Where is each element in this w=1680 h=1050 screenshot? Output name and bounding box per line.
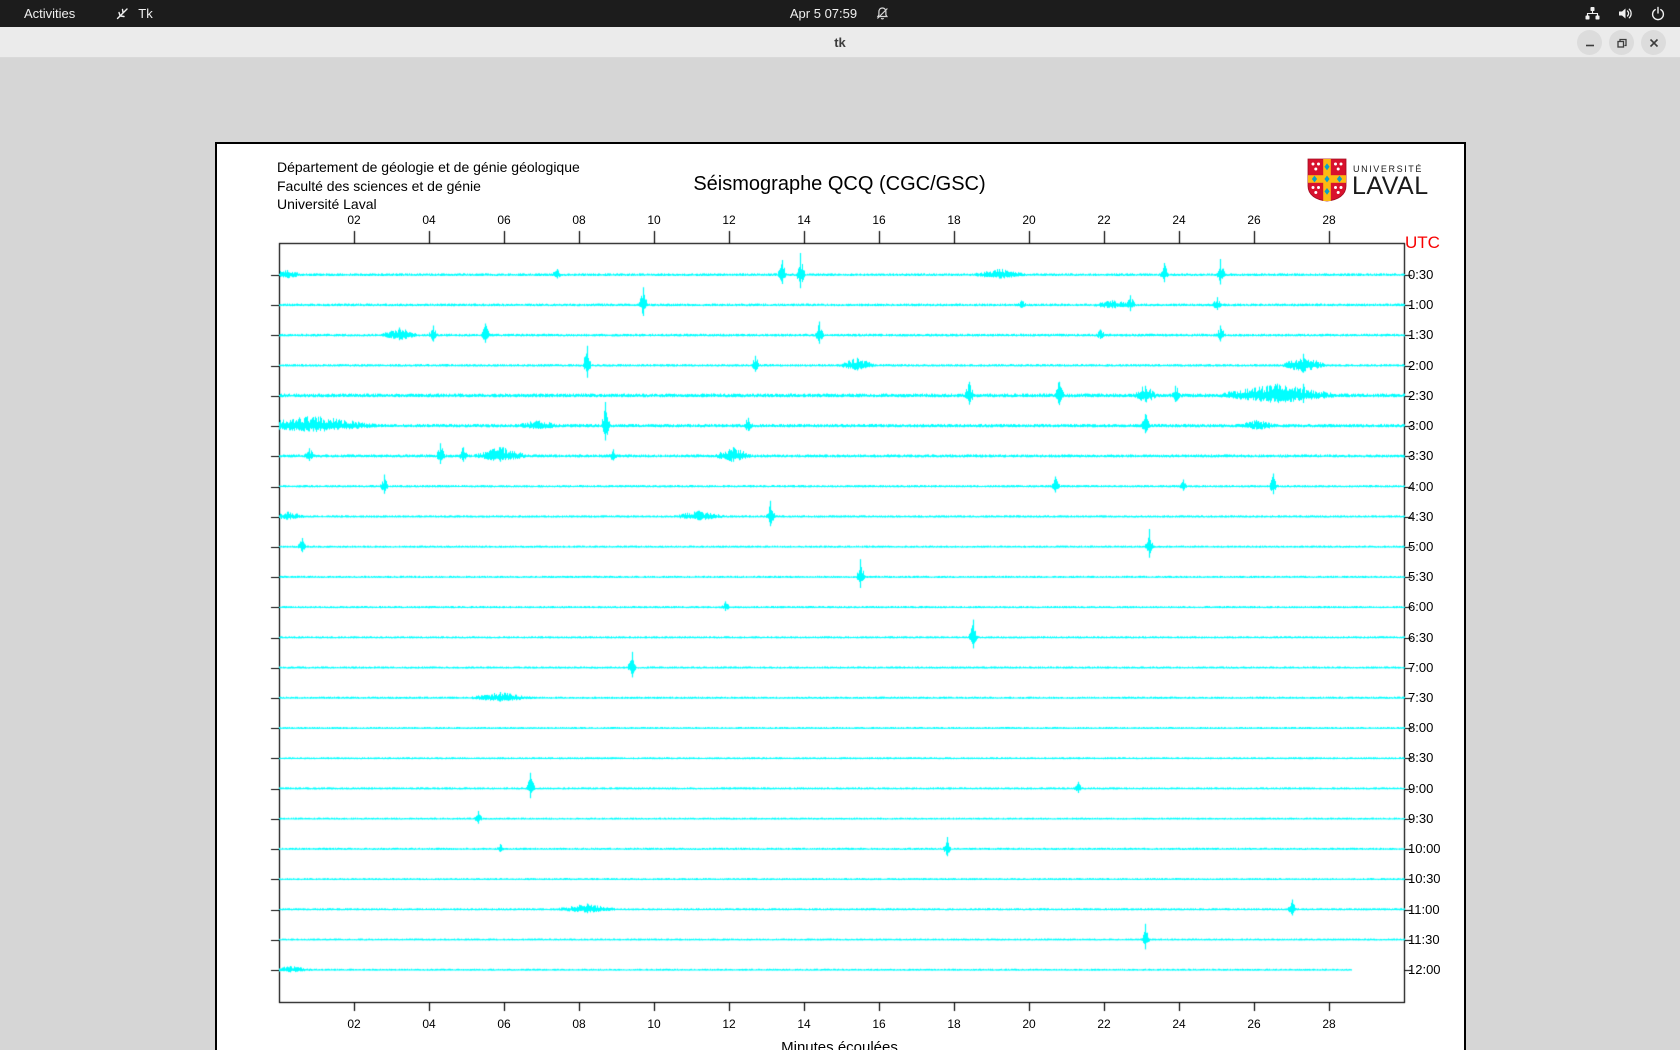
time-tick-label: 11:00 bbox=[1408, 901, 1440, 917]
seismograph-plot-canvas bbox=[217, 144, 1464, 1050]
time-tick-label: 0:30 bbox=[1408, 267, 1434, 282]
time-tick-label: 6:00 bbox=[1408, 599, 1434, 615]
laval-logo: UNIVERSITÉ LAVAL bbox=[1307, 158, 1457, 204]
x-tick-label: 20 bbox=[1022, 1017, 1036, 1031]
x-tick-label: 28 bbox=[1322, 213, 1336, 227]
time-tick-label: 9:00 bbox=[1408, 780, 1434, 796]
x-tick-label: 08 bbox=[572, 1017, 586, 1031]
x-tick-label: 10 bbox=[647, 213, 661, 227]
minimize-button[interactable] bbox=[1577, 30, 1602, 55]
volume-icon[interactable] bbox=[1617, 5, 1634, 22]
institution-line-3: Université Laval bbox=[277, 196, 377, 212]
x-tick-label: 06 bbox=[497, 213, 511, 227]
gnome-top-bar: Activities Tk Apr 5 07:59 bbox=[0, 0, 1680, 27]
time-tick-label: 8:30 bbox=[1408, 750, 1434, 766]
time-tick-label: 2:00 bbox=[1408, 357, 1434, 373]
window-title: tk bbox=[834, 34, 846, 50]
wired-network-icon[interactable] bbox=[1584, 5, 1601, 22]
x-tick-label: 04 bbox=[422, 213, 436, 227]
x-tick-label: 04 bbox=[422, 1017, 436, 1031]
x-tick-label: 06 bbox=[497, 1017, 511, 1031]
time-tick-label: 7:30 bbox=[1408, 690, 1434, 706]
x-tick-label: 02 bbox=[347, 1017, 361, 1031]
x-tick-label: 24 bbox=[1172, 213, 1186, 227]
time-tick-label: 4:30 bbox=[1408, 508, 1434, 524]
time-tick-label: 1:30 bbox=[1408, 327, 1434, 343]
x-tick-label: 16 bbox=[872, 1017, 886, 1031]
x-tick-label: 18 bbox=[947, 213, 961, 227]
time-tick-label: 10:30 bbox=[1408, 871, 1441, 887]
x-tick-label: 08 bbox=[572, 213, 586, 227]
window-content: Département de géologie et de génie géol… bbox=[0, 58, 1680, 1050]
x-tick-label: 28 bbox=[1322, 1017, 1336, 1031]
desktop-screen: Activities Tk Apr 5 07:59 tk Département… bbox=[0, 0, 1680, 1050]
tk-icon bbox=[115, 6, 130, 21]
x-tick-label: 22 bbox=[1097, 1017, 1111, 1031]
time-tick-label: 1:00 bbox=[1408, 297, 1434, 313]
x-tick-label: 10 bbox=[647, 1017, 661, 1031]
window-titlebar[interactable]: tk bbox=[0, 27, 1680, 58]
time-tick-label: 3:00 bbox=[1408, 418, 1434, 434]
x-tick-label: 16 bbox=[872, 213, 886, 227]
logo-laval-text: LAVAL bbox=[1352, 172, 1429, 200]
x-tick-label: 26 bbox=[1247, 213, 1261, 227]
activities-button[interactable]: Activities bbox=[18, 4, 81, 23]
notifications-muted-icon bbox=[875, 6, 890, 21]
app-indicator-label: Tk bbox=[138, 6, 153, 21]
time-tick-label: 4:00 bbox=[1408, 478, 1434, 494]
x-tick-label: 20 bbox=[1022, 213, 1036, 227]
x-tick-label: 14 bbox=[797, 1017, 811, 1031]
time-tick-label: 12:00 bbox=[1408, 961, 1441, 977]
time-tick-label: 10:00 bbox=[1408, 841, 1441, 857]
time-tick-label: 9:30 bbox=[1408, 810, 1434, 826]
time-tick-label: 5:00 bbox=[1408, 538, 1434, 554]
laval-shield-icon bbox=[1307, 158, 1347, 207]
x-tick-label: 14 bbox=[797, 213, 811, 227]
time-tick-label: 3:30 bbox=[1408, 448, 1434, 464]
time-tick-label: 6:30 bbox=[1408, 629, 1434, 645]
x-tick-label: 26 bbox=[1247, 1017, 1261, 1031]
x-tick-label: 24 bbox=[1172, 1017, 1186, 1031]
page-title: Séismographe QCQ (CGC/GSC) bbox=[693, 173, 986, 195]
clock[interactable]: Apr 5 07:59 bbox=[790, 6, 857, 21]
x-tick-label: 02 bbox=[347, 213, 361, 227]
x-axis-title: Minutes écoulées bbox=[781, 1039, 898, 1050]
close-button[interactable] bbox=[1641, 30, 1666, 55]
x-tick-label: 12 bbox=[722, 1017, 736, 1031]
x-tick-label: 22 bbox=[1097, 213, 1111, 227]
time-tick-label: 7:00 bbox=[1408, 659, 1434, 675]
app-indicator[interactable]: Tk bbox=[115, 6, 153, 21]
x-tick-label: 18 bbox=[947, 1017, 961, 1031]
seismograph-page: Département de géologie et de génie géol… bbox=[215, 142, 1466, 1050]
time-tick-label: 8:00 bbox=[1408, 720, 1434, 736]
power-icon[interactable] bbox=[1650, 6, 1666, 22]
time-tick-label: 2:30 bbox=[1408, 387, 1434, 403]
x-tick-label: 12 bbox=[722, 213, 736, 227]
time-tick-label: 11:30 bbox=[1408, 931, 1440, 947]
maximize-button[interactable] bbox=[1609, 30, 1634, 55]
time-tick-label: 5:30 bbox=[1408, 569, 1434, 585]
utc-label: UTC bbox=[1405, 233, 1440, 252]
